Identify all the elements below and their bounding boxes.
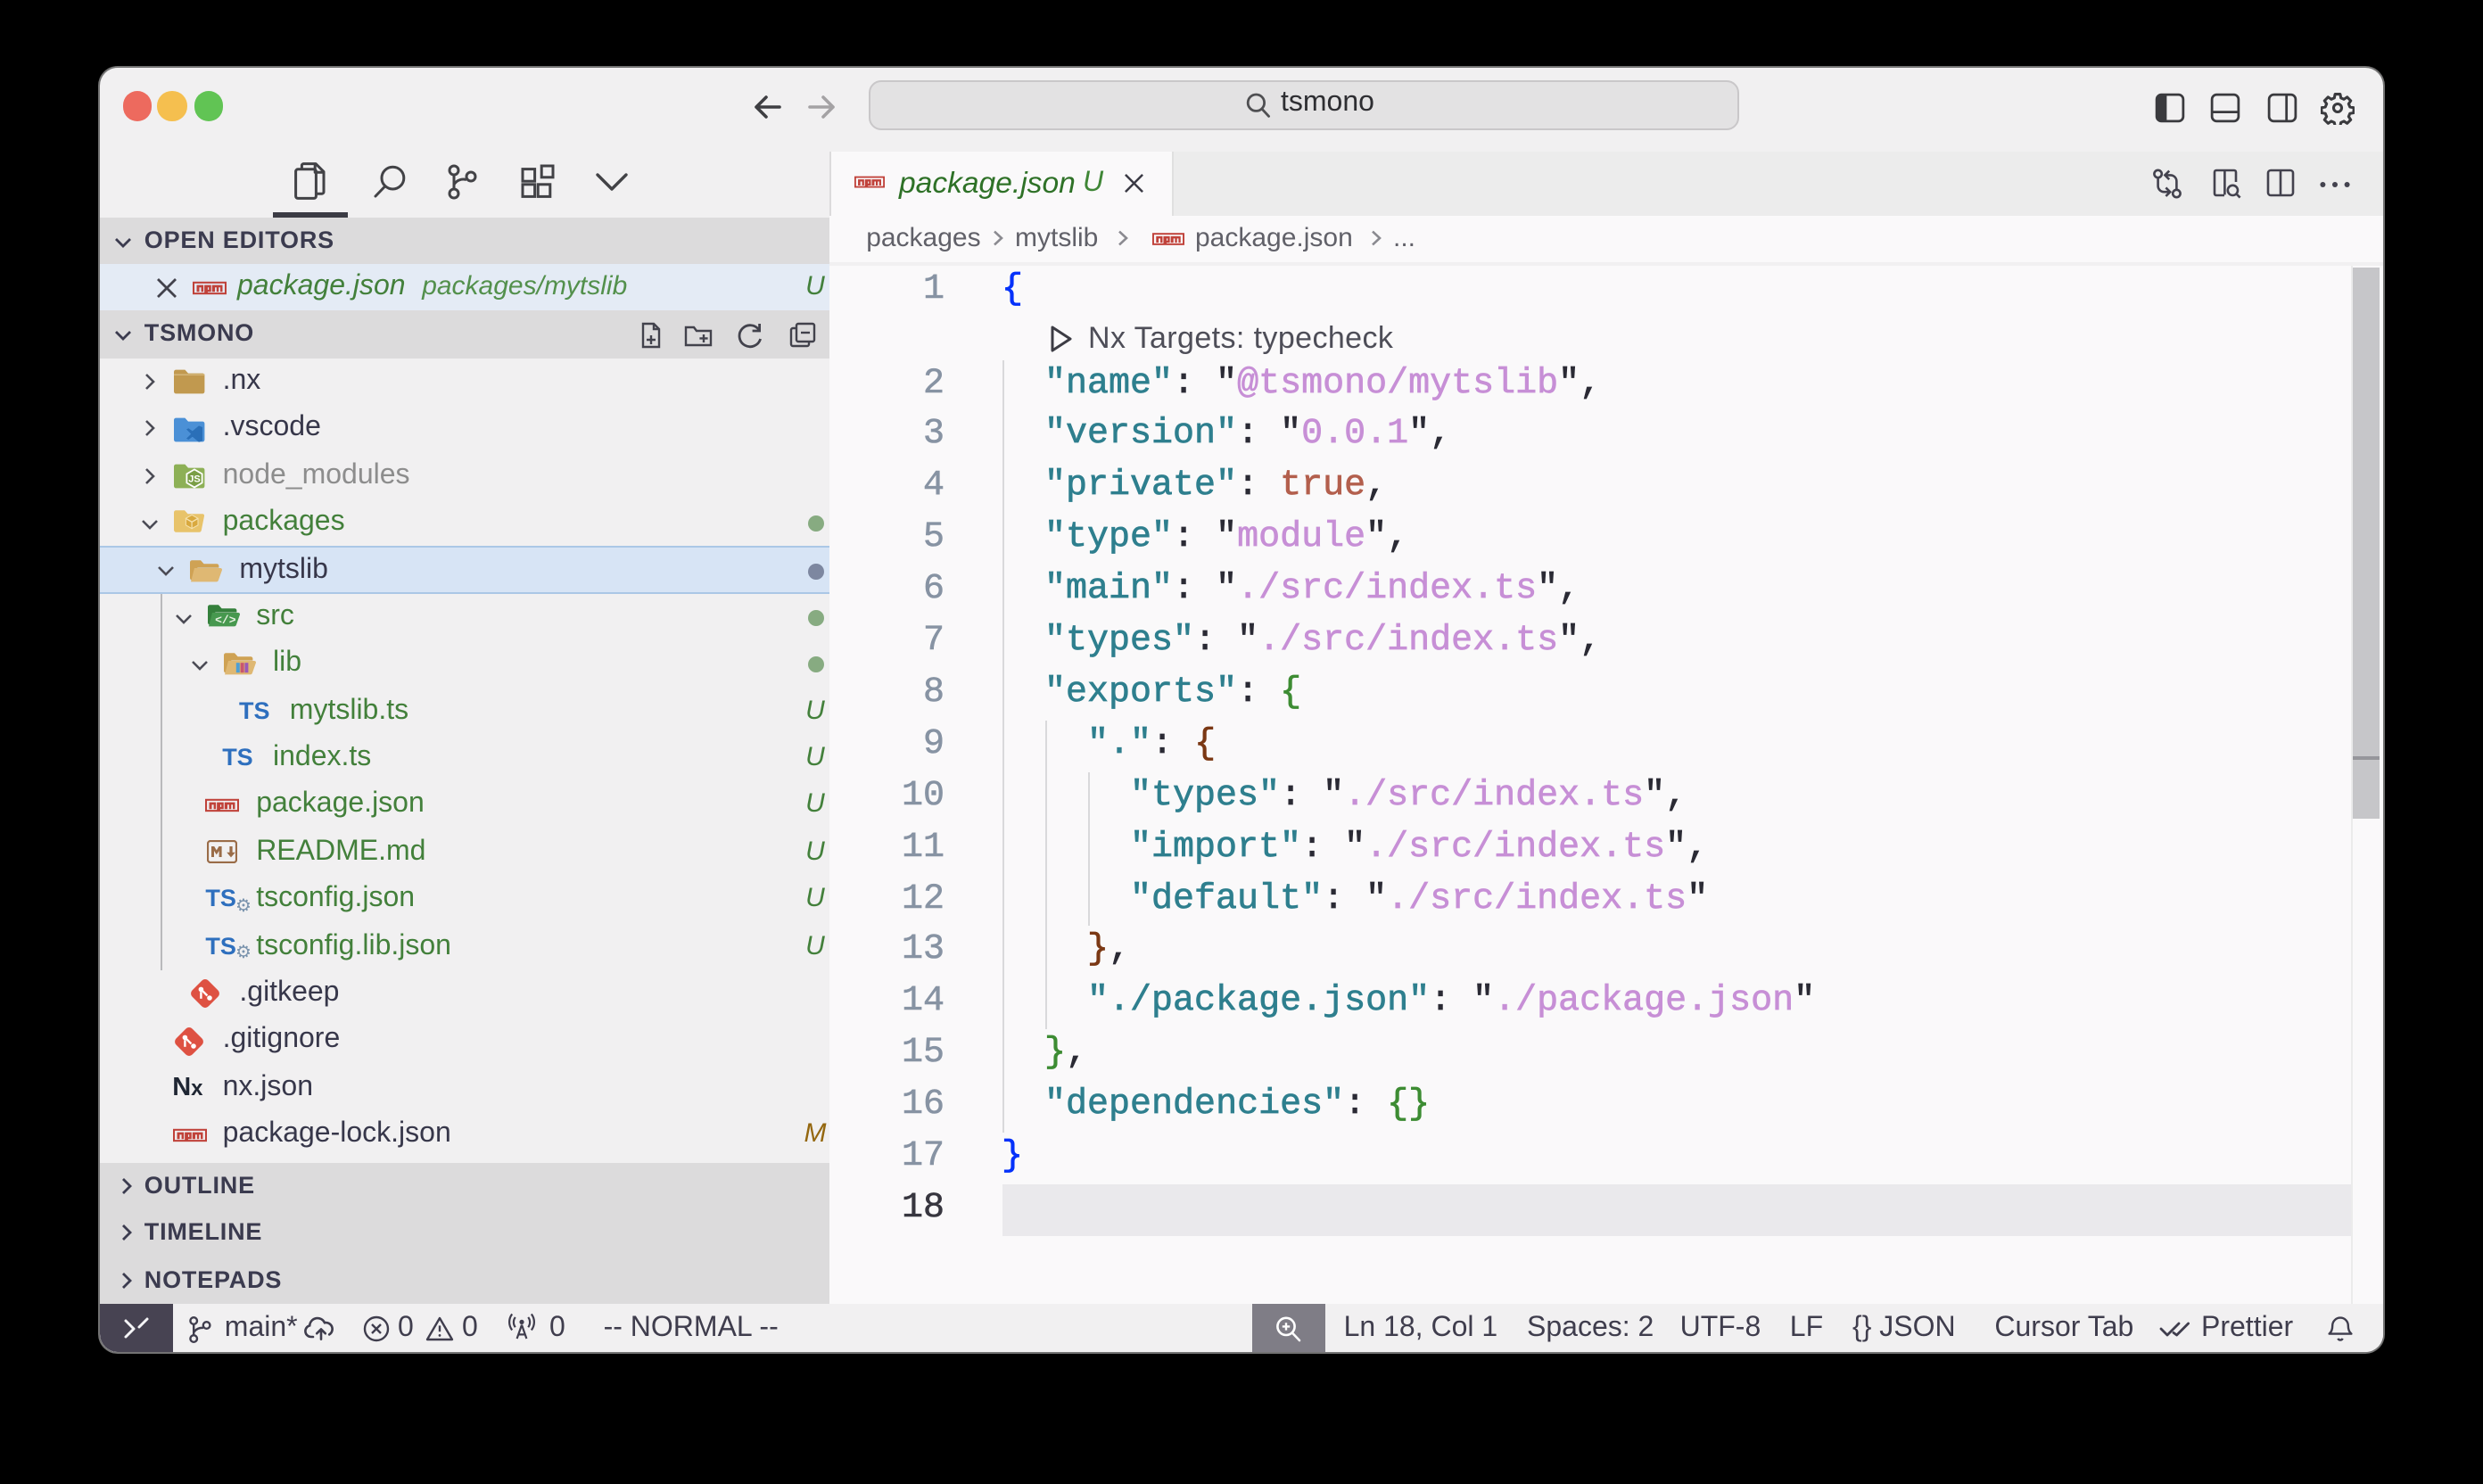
svg-text:</>: </>	[215, 614, 236, 627]
svg-text:JS: JS	[188, 474, 200, 484]
